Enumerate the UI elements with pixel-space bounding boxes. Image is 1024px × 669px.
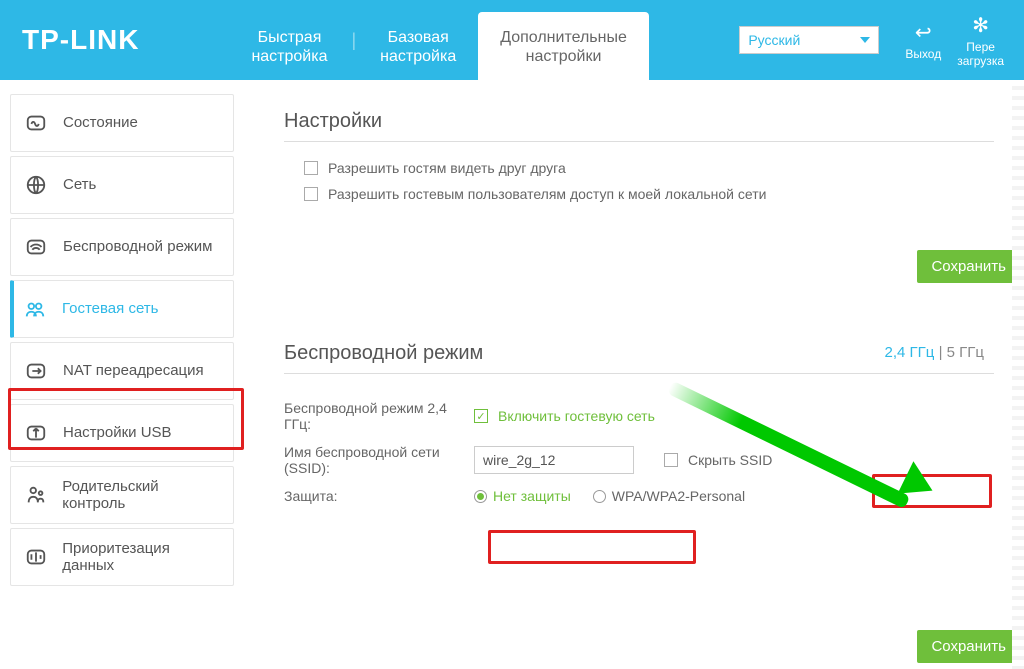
allow-local-access-checkbox[interactable]: Разрешить гостевым пользователям доступ … (304, 186, 994, 202)
main-tabs: Быстрая настройка | Базовая настройка До… (229, 0, 721, 80)
sidebar-item-nat[interactable]: NAT переадресация (10, 342, 234, 400)
content-area: Настройки Разрешить гостям видеть друг д… (244, 80, 1024, 669)
radio-checked-icon (474, 490, 487, 503)
freq-24-tab[interactable]: 2,4 ГГц (885, 344, 935, 361)
sidebar: Состояние Сеть Беспроводной режим Гостев… (0, 80, 244, 669)
logout-button[interactable]: ↩ Выход (905, 20, 941, 61)
chevron-down-icon (860, 37, 870, 43)
ssid-label: Имя беспроводной сети (SSID): (284, 444, 474, 476)
save-button-2[interactable]: Сохранить (917, 630, 1020, 663)
divider (284, 141, 994, 142)
tab-advanced-setup[interactable]: Дополнительные настройки (478, 12, 649, 80)
tab-separator: | (349, 30, 358, 51)
wireless-24-label: Беспроводной режим 2,4 ГГц: (284, 400, 474, 432)
enable-guest-checkbox[interactable]: ✓ Включить гостевую сеть (474, 408, 655, 424)
sidebar-item-parental[interactable]: Родительский контроль (10, 466, 234, 524)
allow-guests-see-checkbox[interactable]: Разрешить гостям видеть друг друга (304, 160, 994, 176)
tab-quick-setup[interactable]: Быстрая настройка (229, 12, 349, 80)
freq-5-tab[interactable]: 5 ГГц (947, 344, 984, 361)
save-button[interactable]: Сохранить (917, 250, 1020, 283)
sidebar-item-qos[interactable]: Приоритезация данных (10, 528, 234, 586)
divider (284, 373, 994, 374)
logo: TP-LINK (22, 24, 139, 56)
qos-icon (23, 544, 48, 570)
wpa-radio[interactable]: WPA/WPA2-Personal (593, 488, 745, 504)
settings-heading: Настройки (284, 110, 994, 133)
checkbox-icon (304, 161, 318, 175)
language-select[interactable]: Русский (739, 26, 879, 54)
sidebar-item-wireless[interactable]: Беспроводной режим (10, 218, 234, 276)
sidebar-item-usb[interactable]: Настройки USB (10, 404, 234, 462)
logout-icon: ↩ (905, 20, 941, 45)
usb-icon (23, 420, 49, 446)
sidebar-item-status[interactable]: Состояние (10, 94, 234, 152)
torn-edge-decoration (1012, 80, 1024, 669)
reboot-icon: ✻ (957, 13, 1004, 38)
radio-icon (593, 490, 606, 503)
no-security-radio[interactable]: Нет защиты (474, 488, 571, 504)
guest-icon (22, 296, 48, 322)
frequency-tabs[interactable]: 2,4 ГГц | 5 ГГц (879, 342, 990, 363)
reboot-button[interactable]: ✻ Пере загрузка (957, 13, 1004, 68)
sidebar-item-network[interactable]: Сеть (10, 156, 234, 214)
wifi-icon (23, 234, 49, 260)
security-label: Защита: (284, 488, 474, 504)
checkbox-icon (304, 187, 318, 201)
status-icon (23, 110, 49, 136)
checkbox-icon (664, 453, 678, 467)
parental-icon (23, 482, 48, 508)
hide-ssid-checkbox[interactable]: Скрыть SSID (664, 452, 772, 468)
sidebar-item-guest-network[interactable]: Гостевая сеть (10, 280, 234, 338)
nat-icon (23, 358, 49, 384)
top-header: TP-LINK Быстрая настройка | Базовая наст… (0, 0, 1024, 80)
ssid-input[interactable] (474, 446, 634, 474)
globe-icon (23, 172, 49, 198)
checkbox-checked-icon: ✓ (474, 409, 488, 423)
tab-basic-setup[interactable]: Базовая настройка (358, 12, 478, 80)
